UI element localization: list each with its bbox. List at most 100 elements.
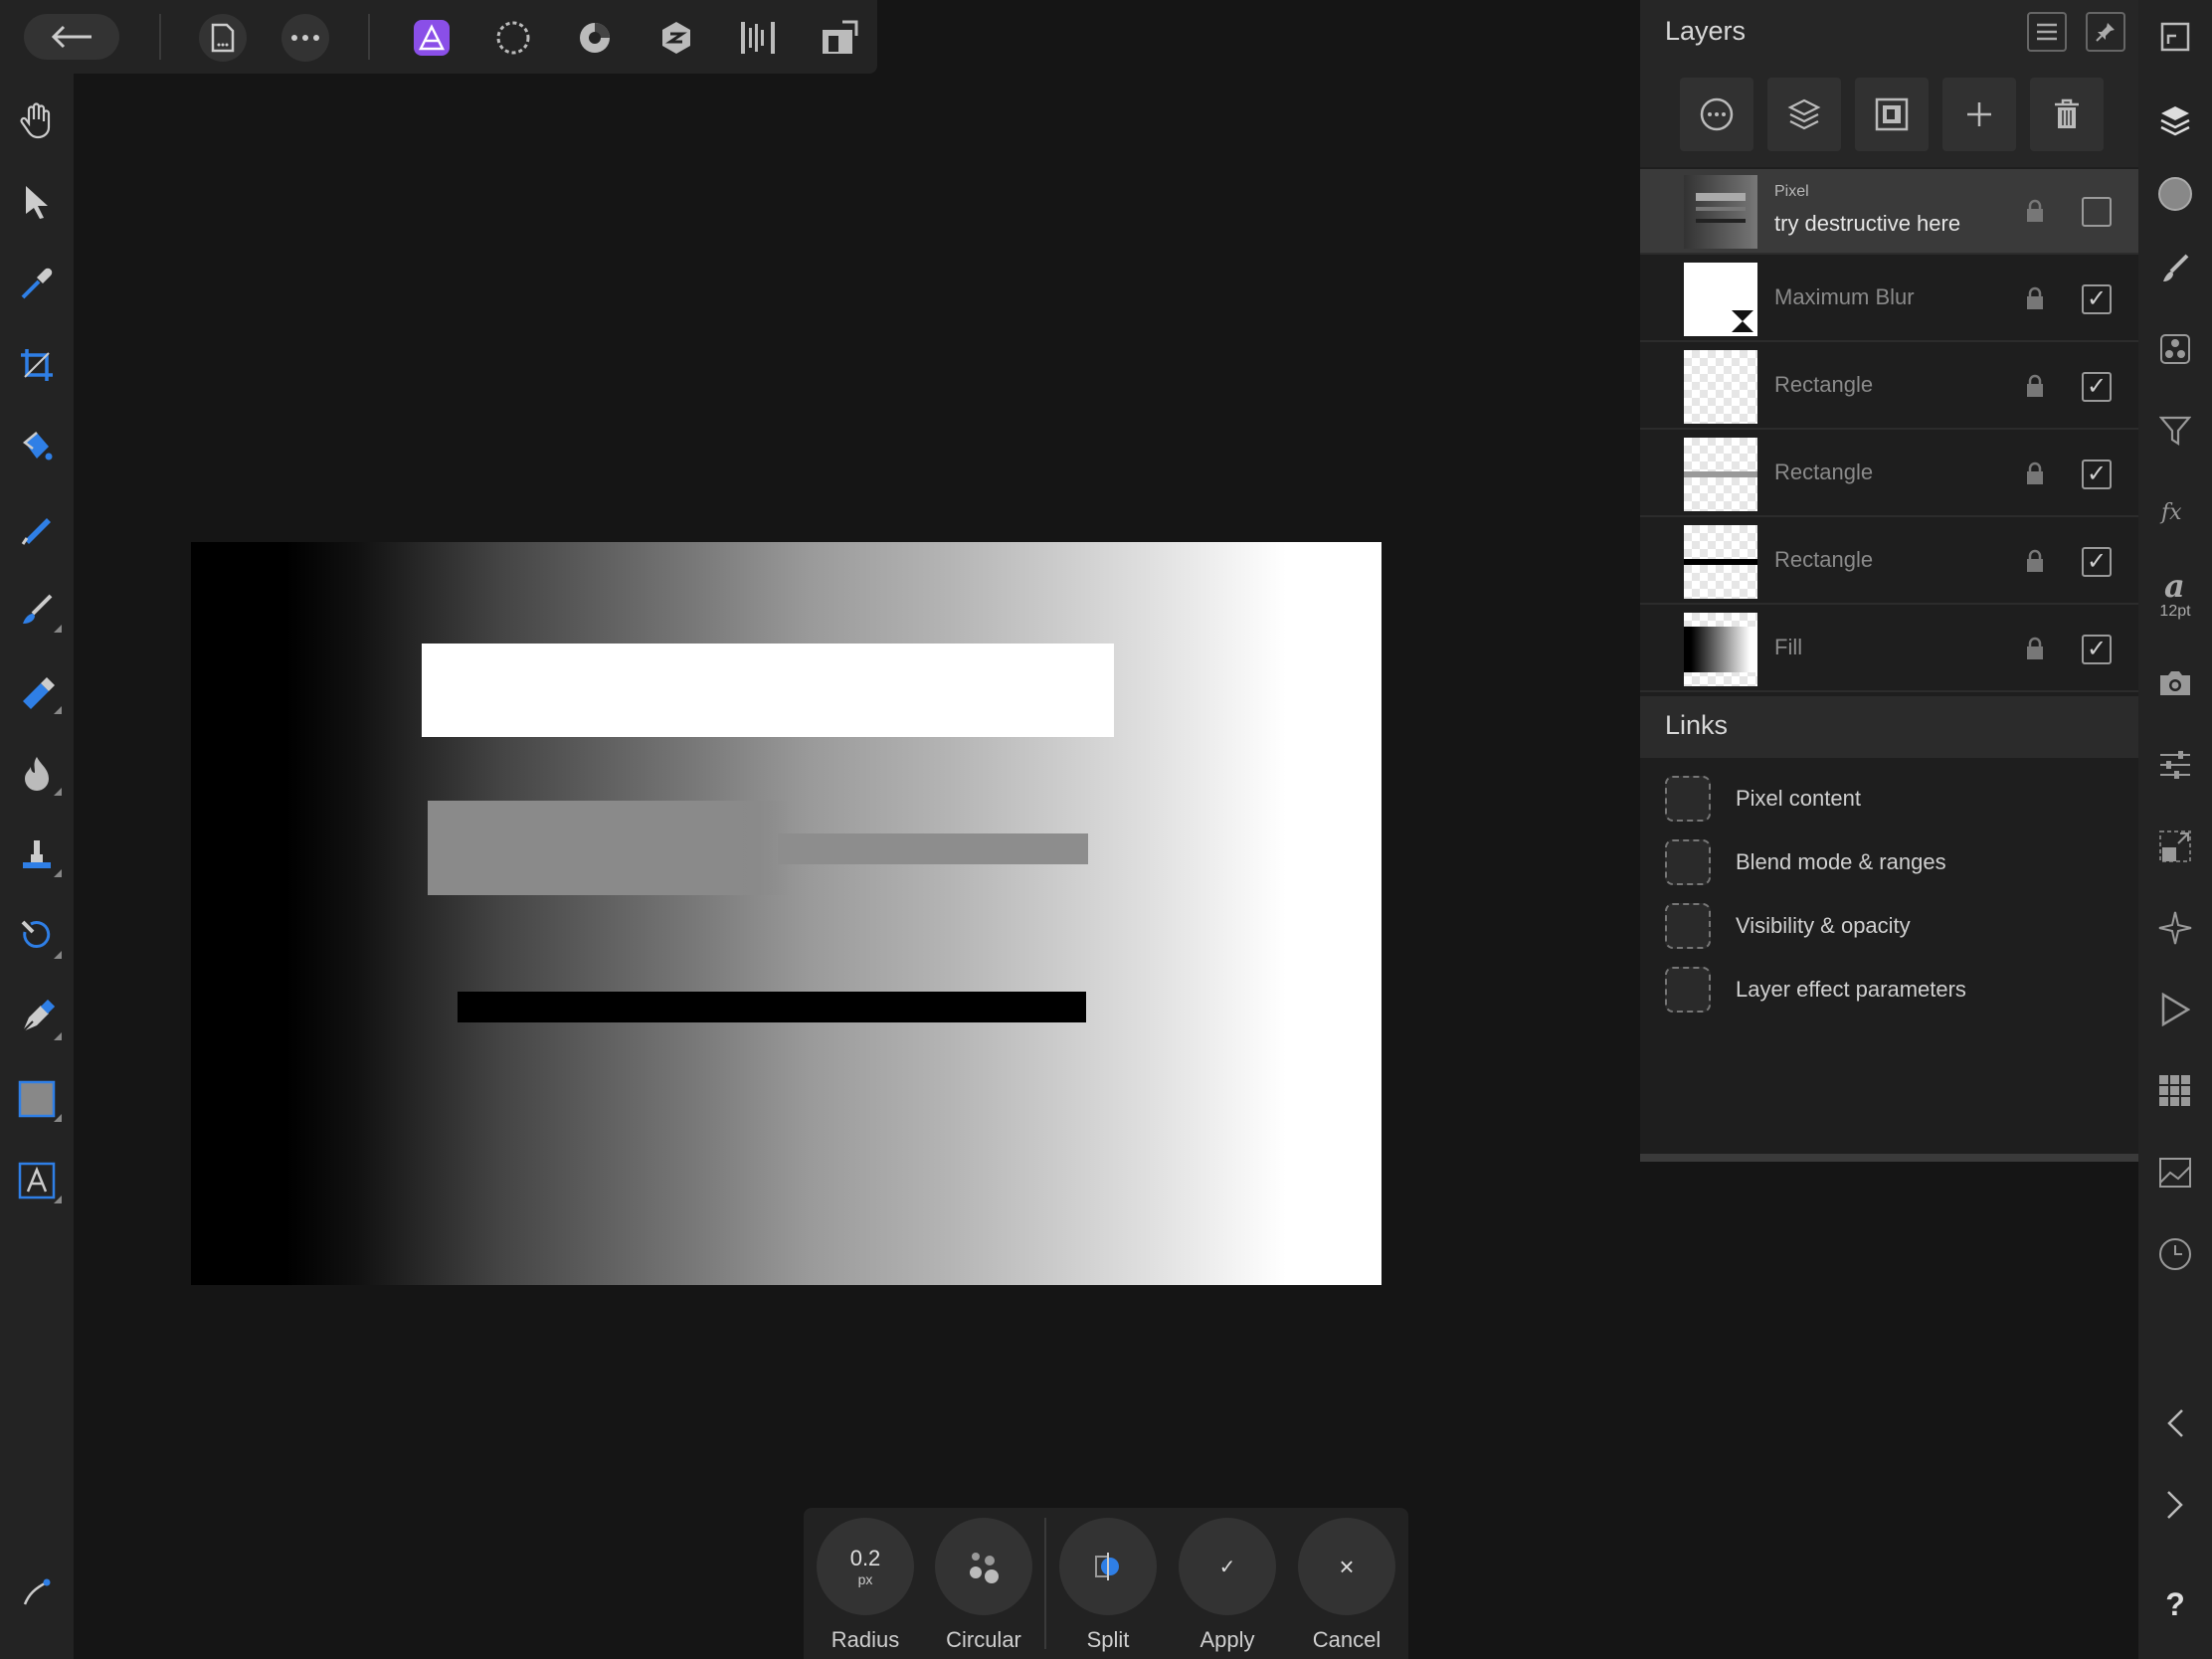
link-checkbox[interactable] bbox=[1665, 967, 1711, 1013]
redo-button[interactable] bbox=[2150, 1480, 2200, 1530]
panel-menu-button[interactable] bbox=[2027, 12, 2067, 52]
lock-icon[interactable] bbox=[2025, 461, 2045, 485]
tool-flyout-indicator bbox=[54, 1196, 62, 1203]
navigator-compass-button[interactable] bbox=[2150, 903, 2200, 953]
lock-icon[interactable] bbox=[2025, 637, 2045, 660]
radius-control[interactable]: 0.2 px Radius bbox=[816, 1518, 915, 1653]
layer-options-button[interactable] bbox=[1680, 78, 1753, 151]
color-studio-button[interactable] bbox=[2150, 169, 2200, 219]
split-control[interactable]: Split bbox=[1058, 1518, 1158, 1653]
visibility-checkbox[interactable]: ✓ bbox=[2082, 635, 2112, 664]
character-studio-button[interactable]: a 12pt bbox=[2150, 559, 2200, 631]
develop-persona-button[interactable] bbox=[571, 14, 619, 62]
apply-control[interactable]: ✓ Apply bbox=[1178, 1518, 1277, 1653]
visibility-checkbox[interactable]: ✓ bbox=[2082, 284, 2112, 314]
text-tool[interactable] bbox=[10, 1154, 64, 1207]
paint-brush-tool[interactable] bbox=[10, 583, 64, 637]
layer-stack-button[interactable] bbox=[1767, 78, 1841, 151]
layers-studio-button[interactable] bbox=[2150, 95, 2200, 145]
transform-studio-button[interactable] bbox=[2150, 822, 2200, 871]
tool-flyout-indicator bbox=[54, 1114, 62, 1122]
layer-row-fill[interactable]: Fill ✓ bbox=[1640, 607, 2138, 692]
history-studio-button[interactable] bbox=[2150, 1229, 2200, 1279]
mask-layer-button[interactable] bbox=[1855, 78, 1929, 151]
add-layer-button[interactable] bbox=[1942, 78, 2016, 151]
erase-brush-tool[interactable] bbox=[10, 664, 64, 718]
move-tool[interactable] bbox=[10, 175, 64, 229]
brushes-studio-button[interactable] bbox=[2150, 243, 2200, 292]
tone-mapping-persona-button[interactable] bbox=[652, 14, 700, 62]
layer-row-rectangle[interactable]: Rectangle ✓ bbox=[1640, 344, 2138, 430]
link-item-blend-mode[interactable]: Blend mode & ranges bbox=[1640, 830, 2138, 893]
lock-icon[interactable] bbox=[2025, 374, 2045, 398]
image-studio-button[interactable] bbox=[2150, 1148, 2200, 1198]
hand-tool[interactable] bbox=[10, 93, 64, 147]
undo-button[interactable] bbox=[2150, 1398, 2200, 1448]
effects-studio-button[interactable]: fx bbox=[2150, 487, 2200, 537]
burn-brush-tool[interactable] bbox=[10, 746, 64, 800]
color-picker-tool[interactable] bbox=[10, 257, 64, 310]
rectangle-tool[interactable] bbox=[10, 1072, 64, 1126]
export-persona-button[interactable] bbox=[734, 14, 782, 62]
healing-brush-tool[interactable] bbox=[10, 909, 64, 963]
radius-value-button[interactable]: 0.2 px bbox=[817, 1518, 914, 1615]
assistant-button[interactable] bbox=[10, 1566, 64, 1619]
document-canvas[interactable] bbox=[191, 542, 1382, 1285]
panel-pin-button[interactable] bbox=[2086, 12, 2125, 52]
layer-row-maximum-blur[interactable]: Maximum Blur ✓ bbox=[1640, 257, 2138, 342]
swatches-studio-button[interactable] bbox=[2150, 324, 2200, 374]
stock-studio-button[interactable] bbox=[2150, 658, 2200, 708]
circular-control[interactable]: Circular bbox=[934, 1518, 1033, 1653]
layer-type-label: Pixel bbox=[1774, 183, 1809, 200]
macro-studio-button[interactable] bbox=[2150, 985, 2200, 1034]
view-mode-icon bbox=[823, 20, 858, 54]
photo-persona-button[interactable] bbox=[408, 14, 456, 62]
lock-icon[interactable] bbox=[2025, 199, 2045, 223]
cancel-button[interactable]: × bbox=[1298, 1518, 1395, 1615]
pen-tool[interactable] bbox=[10, 991, 64, 1044]
link-checkbox[interactable] bbox=[1665, 776, 1711, 822]
toolbar-divider bbox=[159, 14, 161, 60]
paint-brush-icon bbox=[23, 594, 53, 624]
camera-icon bbox=[2160, 671, 2190, 695]
adjust-studio-button[interactable] bbox=[2150, 740, 2200, 790]
apply-button[interactable]: ✓ bbox=[1179, 1518, 1276, 1615]
tool-flyout-indicator bbox=[54, 1032, 62, 1040]
visibility-checkbox[interactable] bbox=[2082, 197, 2112, 227]
erase-brush-icon bbox=[23, 677, 55, 709]
delete-layer-button[interactable] bbox=[2030, 78, 2104, 151]
lock-icon[interactable] bbox=[2025, 549, 2045, 573]
visibility-checkbox[interactable]: ✓ bbox=[2082, 460, 2112, 489]
document-button[interactable] bbox=[199, 14, 247, 62]
navigator-button[interactable] bbox=[2150, 12, 2200, 62]
layer-row-rectangle[interactable]: Rectangle ✓ bbox=[1640, 432, 2138, 517]
link-checkbox[interactable] bbox=[1665, 839, 1711, 885]
layer-row-pixel[interactable]: Pixel try destructive here bbox=[1640, 169, 2138, 255]
more-button[interactable] bbox=[281, 14, 329, 62]
clone-brush-tool[interactable] bbox=[10, 828, 64, 881]
crop-tool[interactable] bbox=[10, 338, 64, 392]
white-rectangle bbox=[422, 644, 1114, 737]
flood-fill-tool[interactable] bbox=[10, 420, 64, 473]
back-button[interactable] bbox=[24, 14, 119, 60]
circular-button[interactable] bbox=[935, 1518, 1032, 1615]
library-studio-button[interactable] bbox=[2150, 1066, 2200, 1116]
link-item-pixel-content[interactable]: Pixel content bbox=[1640, 766, 2138, 830]
liquify-persona-button[interactable] bbox=[489, 14, 537, 62]
help-button[interactable]: ? bbox=[2150, 1579, 2200, 1629]
lock-icon[interactable] bbox=[2025, 286, 2045, 310]
link-checkbox[interactable] bbox=[1665, 903, 1711, 949]
selection-brush-tool[interactable] bbox=[10, 501, 64, 555]
panel-resize-handle[interactable] bbox=[1640, 1154, 2138, 1162]
adjustments-studio-button[interactable] bbox=[2150, 406, 2200, 456]
cancel-control[interactable]: × Cancel bbox=[1297, 1518, 1396, 1653]
play-icon bbox=[2161, 993, 2190, 1026]
view-mode-button[interactable] bbox=[816, 14, 863, 62]
visibility-checkbox[interactable]: ✓ bbox=[2082, 547, 2112, 577]
visibility-checkbox[interactable]: ✓ bbox=[2082, 372, 2112, 402]
split-button[interactable] bbox=[1059, 1518, 1157, 1615]
link-item-layer-effects[interactable]: Layer effect parameters bbox=[1640, 957, 2138, 1020]
layer-row-rectangle[interactable]: Rectangle ✓ bbox=[1640, 519, 2138, 605]
svg-text:a: a bbox=[2164, 569, 2185, 603]
link-item-visibility[interactable]: Visibility & opacity bbox=[1640, 893, 2138, 957]
